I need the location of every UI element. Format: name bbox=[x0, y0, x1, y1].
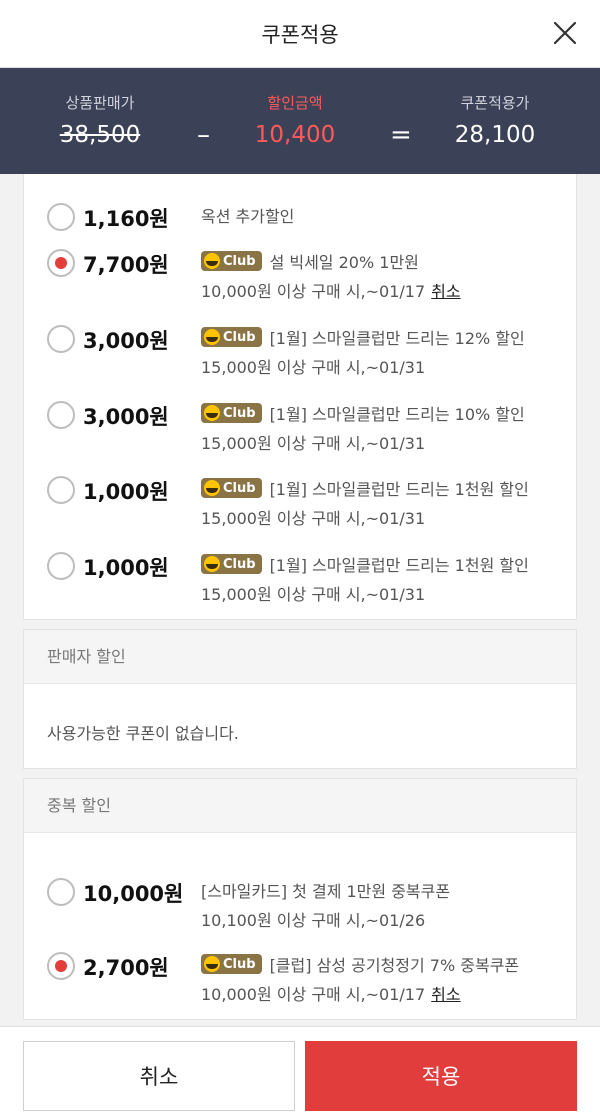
coupon-amount: 3,000원 bbox=[83, 329, 169, 353]
smile-icon bbox=[204, 405, 220, 421]
product-coupon-list: 1,160원 옥션 추가할인 7,700원 Club 설 빅세일 20% 1만원 10,0… bbox=[23, 174, 577, 620]
club-badge: Club bbox=[201, 554, 262, 574]
empty-coupon-message: 사용가능한 쿠폰이 없습니다. bbox=[47, 724, 239, 743]
coupon-row[interactable]: 3,000원 Club [1월] 스마일클럽만 드리는 12% 할인 15,000원 … bbox=[24, 309, 578, 385]
coupon-amount: 7,700원 bbox=[83, 253, 169, 277]
coupon-row[interactable]: 10,000원 [스마일카드] 첫 결제 1만원 중복쿠폰 10,100원 이상 구… bbox=[24, 862, 578, 938]
coupon-title: 옥션 추가할인 bbox=[201, 207, 295, 226]
club-badge-label: Club bbox=[223, 405, 256, 421]
coupon-title: [스마일카드] 첫 결제 1만원 중복쿠폰 bbox=[201, 882, 451, 901]
coupon-condition: 15,000원 이상 구매 시,~01/31 bbox=[201, 358, 426, 377]
coupon-condition: 10,000원 이상 구매 시,~01/17 bbox=[201, 282, 426, 301]
coupon-condition: 15,000원 이상 구매 시,~01/31 bbox=[201, 585, 426, 604]
coupon-title: [1월] 스마일클럽만 드리는 10% 할인 bbox=[269, 405, 525, 424]
coupon-condition-line: 15,000원 이상 구매 시,~01/31 bbox=[201, 581, 425, 605]
coupon-condition-line: 15,000원 이상 구매 시,~01/31 bbox=[201, 430, 425, 454]
radio-unselected[interactable] bbox=[47, 401, 75, 429]
final-price-label: 쿠폰적용가 bbox=[460, 94, 530, 112]
seller-discount-section: 판매자 할인 사용가능한 쿠폰이 없습니다. bbox=[23, 629, 577, 769]
coupon-condition-line: 15,000원 이상 구매 시,~01/31 bbox=[201, 505, 425, 529]
radio-selected[interactable] bbox=[47, 952, 75, 980]
duplicate-discount-section: 중복 할인 10,000원 [스마일카드] 첫 결제 1만원 중복쿠폰 10,100… bbox=[23, 778, 577, 1020]
coupon-title-line: 옥션 추가할인 bbox=[201, 203, 294, 227]
discount-label: 할인금액 bbox=[267, 94, 323, 112]
coupon-amount: 1,000원 bbox=[83, 556, 169, 580]
coupon-condition-line: 10,100원 이상 구매 시,~01/26 bbox=[201, 907, 425, 931]
club-badge-label: Club bbox=[223, 329, 256, 345]
coupon-title-line: Club [1월] 스마일클럽만 드리는 1천원 할인 bbox=[201, 476, 529, 500]
coupon-cancel-link[interactable]: 취소 bbox=[431, 282, 460, 301]
modal-header: 쿠폰적용 bbox=[0, 0, 600, 68]
smile-icon bbox=[204, 956, 220, 972]
close-icon[interactable] bbox=[552, 20, 578, 46]
apply-button[interactable]: 적용 bbox=[305, 1041, 577, 1111]
coupon-condition-line: 10,000원 이상 구매 시,~01/17 취소 bbox=[201, 981, 461, 1005]
coupon-title: 설 빅세일 20% 1만원 bbox=[269, 253, 419, 272]
radio-selected[interactable] bbox=[47, 249, 75, 277]
coupon-condition: 15,000원 이상 구매 시,~01/31 bbox=[201, 434, 426, 453]
coupon-row[interactable]: 3,000원 Club [1월] 스마일클럽만 드리는 10% 할인 15,000원 … bbox=[24, 385, 578, 461]
coupon-title: [1월] 스마일클럽만 드리는 1천원 할인 bbox=[269, 480, 529, 499]
coupon-title: [클럽] 삼성 공기청정기 7% 중복쿠폰 bbox=[269, 956, 520, 975]
cancel-button[interactable]: 취소 bbox=[23, 1041, 295, 1111]
final-price-value: 28,100 bbox=[454, 122, 536, 148]
coupon-cancel-link[interactable]: 취소 bbox=[431, 985, 460, 1004]
coupon-title-line: [스마일카드] 첫 결제 1만원 중복쿠폰 bbox=[201, 878, 450, 902]
club-badge: Club bbox=[201, 251, 262, 271]
smile-icon bbox=[204, 480, 220, 496]
coupon-condition: 10,000원 이상 구매 시,~01/17 bbox=[201, 985, 426, 1004]
coupon-title-line: Club [1월] 스마일클럽만 드리는 1천원 할인 bbox=[201, 552, 529, 576]
club-badge-label: Club bbox=[223, 253, 256, 269]
radio-unselected[interactable] bbox=[47, 325, 75, 353]
smile-icon bbox=[204, 556, 220, 572]
coupon-condition: 10,100원 이상 구매 시,~01/26 bbox=[201, 911, 426, 930]
original-price-value: 38,500 bbox=[59, 122, 141, 148]
coupon-amount: 3,000원 bbox=[83, 405, 169, 429]
coupon-amount: 2,700원 bbox=[83, 956, 169, 980]
coupon-condition: 15,000원 이상 구매 시,~01/31 bbox=[201, 509, 426, 528]
coupon-title-line: Club [클럽] 삼성 공기청정기 7% 중복쿠폰 bbox=[201, 952, 519, 976]
smile-icon bbox=[204, 329, 220, 345]
price-summary: 상품판매가 38,500 – 할인금액 10,400 = 쿠폰적용가 28,10… bbox=[0, 68, 600, 174]
discount-value: 10,400 bbox=[254, 122, 336, 148]
club-badge-label: Club bbox=[223, 956, 256, 972]
radio-unselected[interactable] bbox=[47, 878, 75, 906]
coupon-row[interactable]: 2,700원 Club [클럽] 삼성 공기청정기 7% 중복쿠폰 10,000원 이… bbox=[24, 936, 578, 1012]
coupon-row[interactable]: 1,000원 Club [1월] 스마일클럽만 드리는 1천원 할인 15,000원 … bbox=[24, 460, 578, 536]
coupon-title-line: Club [1월] 스마일클럽만 드리는 10% 할인 bbox=[201, 401, 525, 425]
club-badge: Club bbox=[201, 954, 262, 974]
coupon-amount: 1,000원 bbox=[83, 480, 169, 504]
coupon-title: [1월] 스마일클럽만 드리는 1천원 할인 bbox=[269, 556, 529, 575]
club-badge-label: Club bbox=[223, 556, 256, 572]
radio-unselected[interactable] bbox=[47, 476, 75, 504]
club-badge-label: Club bbox=[223, 480, 256, 496]
section-title: 중복 할인 bbox=[24, 779, 576, 833]
coupon-title-line: Club [1월] 스마일클럽만 드리는 12% 할인 bbox=[201, 325, 525, 349]
coupon-condition-line: 15,000원 이상 구매 시,~01/31 bbox=[201, 354, 425, 378]
club-badge: Club bbox=[201, 478, 262, 498]
coupon-amount: 10,000원 bbox=[83, 882, 184, 906]
coupon-row[interactable]: 7,700원 Club 설 빅세일 20% 1만원 10,000원 이상 구매 시,~… bbox=[24, 233, 578, 309]
club-badge: Club bbox=[201, 403, 262, 423]
page-title: 쿠폰적용 bbox=[261, 22, 339, 47]
club-badge: Club bbox=[201, 327, 262, 347]
coupon-condition-line: 10,000원 이상 구매 시,~01/17 취소 bbox=[201, 278, 461, 302]
section-title: 판매자 할인 bbox=[24, 630, 576, 684]
coupon-title-line: Club 설 빅세일 20% 1만원 bbox=[201, 249, 419, 273]
radio-unselected[interactable] bbox=[47, 552, 75, 580]
coupon-title: [1월] 스마일클럽만 드리는 12% 할인 bbox=[269, 329, 525, 348]
radio-unselected[interactable] bbox=[47, 203, 75, 231]
smile-icon bbox=[204, 253, 220, 269]
coupon-row[interactable]: 1,000원 Club [1월] 스마일클럽만 드리는 1천원 할인 15,000원 … bbox=[24, 536, 578, 612]
coupon-amount: 1,160원 bbox=[83, 207, 169, 231]
footer-bar: 취소 적용 bbox=[0, 1026, 600, 1120]
original-price-label: 상품판매가 bbox=[65, 94, 135, 112]
